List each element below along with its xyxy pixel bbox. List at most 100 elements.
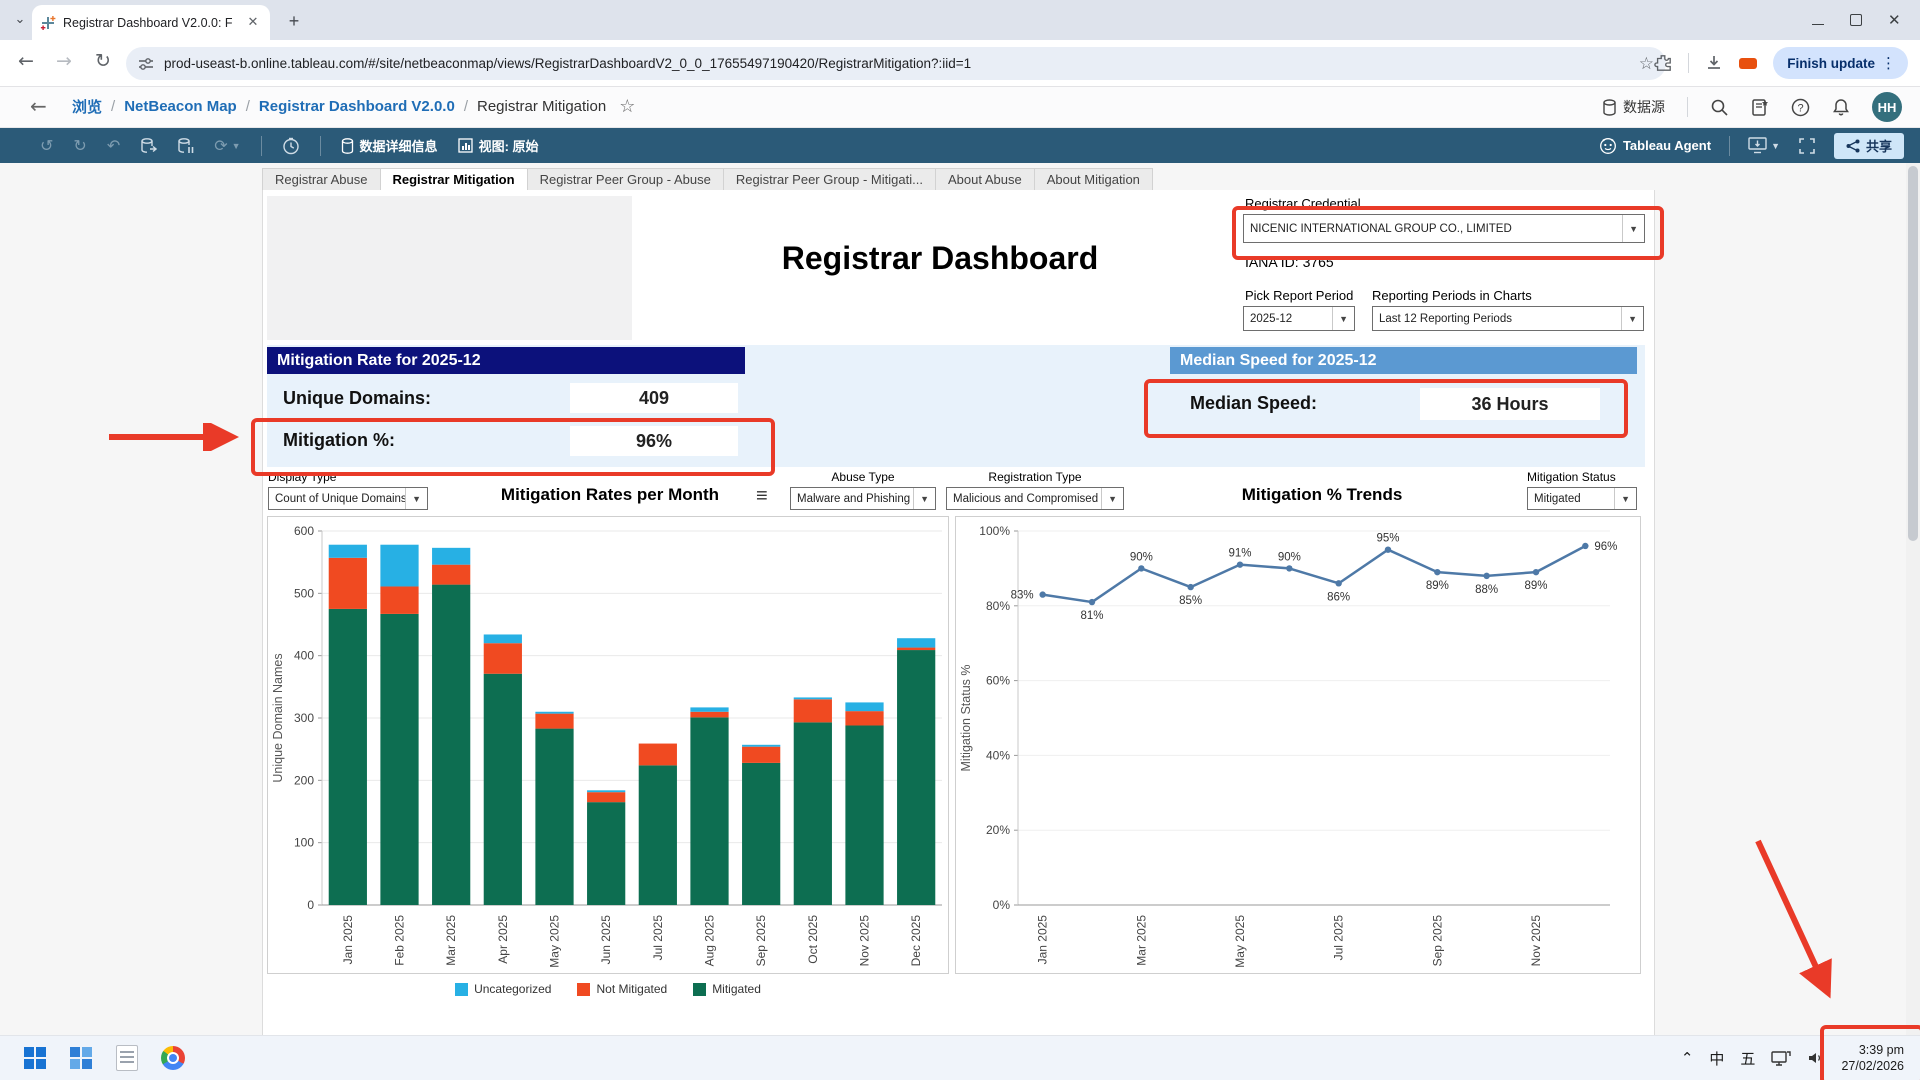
extension-badge-icon[interactable] [1739, 58, 1757, 69]
svg-text:88%: 88% [1475, 584, 1498, 596]
notifications-bell-icon[interactable] [1832, 98, 1850, 117]
tableau-toolbar: ↺ ↻ ↶ ⟳ ▼ [0, 128, 1920, 163]
abuse-type-dropdown[interactable]: Malware and Phishing ▼ [790, 487, 936, 510]
reload-icon[interactable]: ↻ [95, 50, 111, 72]
tableau-agent-button[interactable]: Tableau Agent [1599, 137, 1711, 155]
legend-label: Not Mitigated [596, 982, 667, 996]
display-type-dropdown[interactable]: Count of Unique Domains ▼ [268, 487, 428, 510]
mitigation-status-dropdown[interactable]: Mitigated ▼ [1527, 487, 1637, 510]
help-icon[interactable]: ? [1791, 98, 1810, 117]
chevron-down-icon: ▼ [1101, 488, 1123, 509]
ime-language-button[interactable]: 中 [1709, 1048, 1724, 1069]
download-icon[interactable] [1705, 54, 1723, 72]
refresh-data-icon[interactable] [140, 137, 157, 155]
taskbar-app-chrome-icon[interactable] [160, 1045, 186, 1071]
svg-text:500: 500 [294, 586, 314, 600]
start-button[interactable] [22, 1045, 48, 1071]
reporting-periods-dropdown[interactable]: Last 12 Reporting Periods ▼ [1372, 306, 1644, 331]
taskbar-clock[interactable]: 3:39 pm 27/02/2026 [1841, 1042, 1910, 1074]
bar-chart[interactable]: 0100200300400500600Jan 2025Feb 2025Mar 2… [268, 517, 948, 973]
credential-dropdown[interactable]: NICENIC INTERNATIONAL GROUP CO., LIMITED… [1243, 214, 1645, 243]
svg-text:Jan 2025: Jan 2025 [1036, 915, 1050, 965]
sheet-tab[interactable]: Registrar Peer Group - Abuse [528, 168, 724, 191]
legend-item[interactable]: Mitigated [693, 982, 761, 996]
revert-icon[interactable]: ↶ [107, 136, 120, 155]
svg-text:20%: 20% [986, 823, 1010, 837]
site-settings-icon[interactable] [138, 56, 154, 72]
chevron-down-icon: ▼ [913, 488, 935, 509]
bar-chart-title: Mitigation Rates per Month [460, 485, 760, 505]
bookmark-star-icon[interactable]: ☆ [1639, 54, 1654, 74]
download-caret-icon[interactable]: ▼ [1771, 141, 1780, 151]
extensions-puzzle-icon[interactable] [1654, 54, 1672, 72]
sheet-tab[interactable]: About Mitigation [1035, 168, 1153, 191]
forward-icon[interactable]: → [56, 50, 72, 72]
browser-menu-icon[interactable]: ⋮ [1875, 54, 1902, 72]
divider [1729, 136, 1730, 156]
download-view-icon[interactable] [1748, 137, 1767, 154]
sheet-tab[interactable]: About Abuse [936, 168, 1035, 191]
breadcrumb-item[interactable]: NetBeacon Map [124, 98, 237, 115]
breadcrumb-separator: / [111, 98, 115, 115]
bar-chart-legend: Uncategorized Not Mitigated Mitigated [267, 982, 949, 996]
pause-updates-icon[interactable] [177, 137, 194, 155]
divider [1687, 97, 1688, 117]
sheet-tab[interactable]: Registrar Abuse [262, 168, 381, 191]
data-details-button[interactable]: 数据详细信息 [341, 136, 438, 155]
ime-mode-button[interactable]: 五 [1740, 1048, 1755, 1069]
sheet-tab[interactable]: Registrar Mitigation [381, 168, 528, 191]
window-close-icon[interactable]: ✕ [1888, 13, 1902, 27]
tray-expand-icon[interactable]: ⌃ [1681, 1049, 1694, 1067]
finish-update-button[interactable]: Finish update ⋮ [1773, 47, 1908, 79]
taskbar-app-notepad-icon[interactable] [114, 1045, 140, 1071]
datasource-button[interactable]: 数据源 [1602, 97, 1665, 117]
chevron-down-icon: ▼ [405, 488, 427, 509]
svg-text:89%: 89% [1426, 580, 1449, 592]
taskbar-tray: ⌃ 中 五 3:39 pm 27/02/2026 [1681, 1036, 1910, 1080]
abuse-type-label: Abuse Type [790, 470, 936, 484]
legend-item[interactable]: Not Mitigated [577, 982, 667, 996]
browser-tab[interactable]: Registrar Dashboard V2.0.0: F ✕ [32, 5, 270, 40]
breadcrumb-separator: / [464, 98, 468, 115]
hamburger-icon[interactable]: ≡ [756, 485, 768, 508]
scrollbar-thumb[interactable] [1908, 166, 1918, 541]
minimize-icon[interactable] [1812, 16, 1824, 25]
legend-item[interactable]: Uncategorized [455, 982, 551, 996]
tab-close-icon[interactable]: ✕ [244, 15, 262, 30]
volume-icon[interactable] [1807, 1050, 1825, 1066]
back-icon[interactable]: ← [18, 50, 34, 72]
taskbar-app-grid-icon[interactable] [68, 1045, 94, 1071]
network-icon[interactable] [1771, 1050, 1791, 1067]
legend-swatch [693, 983, 706, 996]
breadcrumb-item[interactable]: 浏览 [72, 96, 102, 117]
favorite-star-icon[interactable]: ☆ [619, 96, 635, 117]
fullscreen-icon[interactable] [1798, 137, 1816, 155]
svg-text:May 2025: May 2025 [1233, 915, 1247, 968]
search-icon[interactable] [1710, 98, 1729, 117]
tab-search-button[interactable]: ⌄ [8, 9, 32, 31]
timer-icon[interactable] [282, 137, 300, 155]
share-button[interactable]: 共享 [1834, 133, 1904, 159]
svg-text:300: 300 [294, 711, 314, 725]
line-chart[interactable]: 0%20%40%60%80%100%83%81%90%85%91%90%86%9… [956, 517, 1640, 973]
breadcrumb-item[interactable]: Registrar Dashboard V2.0.0 [259, 98, 455, 115]
tableau-favicon [40, 15, 56, 31]
new-tab-button[interactable]: + [282, 10, 306, 34]
view-original-button[interactable]: 视图: 原始 [458, 136, 539, 155]
credential-label: Registrar Credential [1245, 196, 1361, 211]
database-icon [341, 138, 354, 154]
address-bar[interactable]: prod-useast-b.online.tableau.com/#/site/… [126, 47, 1666, 80]
report-period-dropdown[interactable]: 2025-12 ▼ [1243, 306, 1355, 331]
run-update-caret-icon[interactable]: ▼ [232, 141, 241, 151]
registration-type-dropdown[interactable]: Malicious and Compromised ▼ [946, 487, 1124, 510]
user-avatar[interactable]: HH [1872, 92, 1902, 122]
redo-icon[interactable]: ↻ [73, 136, 86, 155]
tableau-back-icon[interactable]: ← [30, 94, 47, 118]
run-update-icon[interactable]: ⟳ [214, 136, 227, 155]
svg-text:83%: 83% [1011, 590, 1034, 602]
notes-icon[interactable] [1751, 98, 1769, 117]
sheet-tab[interactable]: Registrar Peer Group - Mitigati... [724, 168, 936, 191]
maximize-icon[interactable] [1850, 14, 1862, 26]
share-icon [1846, 139, 1860, 153]
undo-icon[interactable]: ↺ [40, 136, 53, 155]
